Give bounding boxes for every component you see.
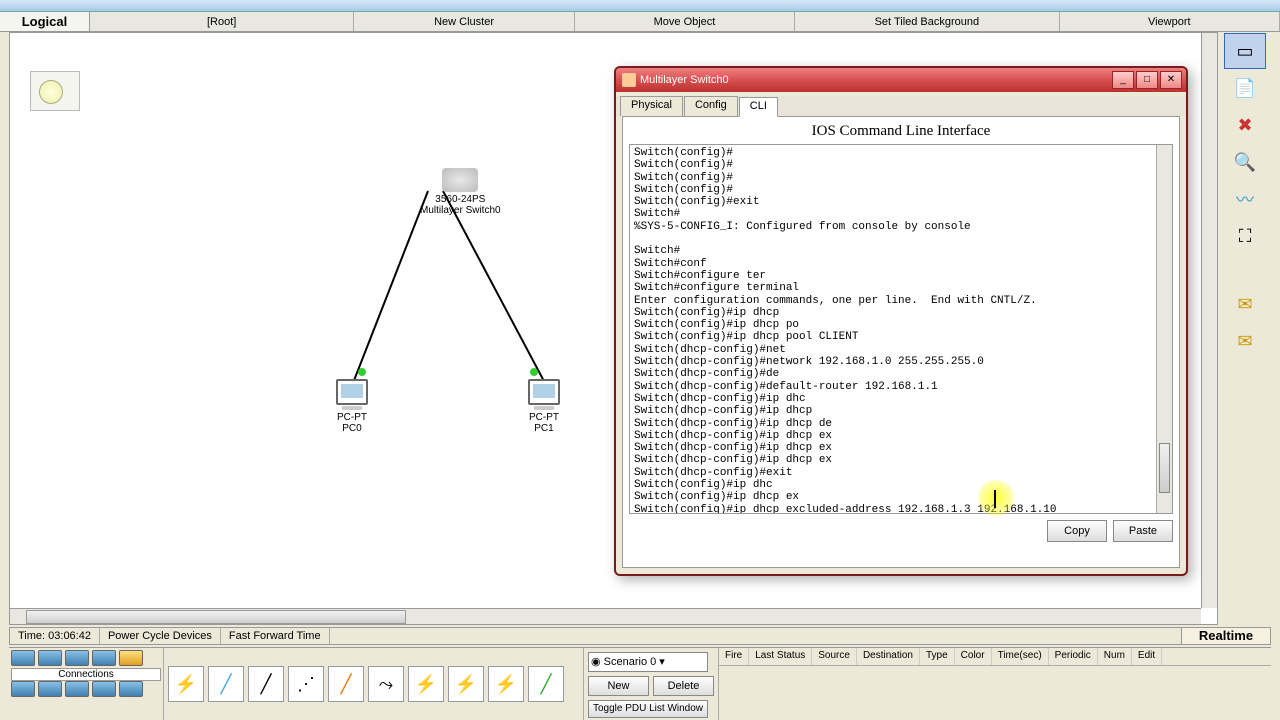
switch-icon [442,168,478,192]
conn-console[interactable]: ╱ [208,666,244,702]
category-label: Connections [11,668,161,681]
toggle-pdu-button[interactable]: Toggle PDU List Window [588,700,708,718]
new-scenario-button[interactable]: New [588,676,649,696]
device-name-label: PC1 [528,423,560,434]
pdu-col-header[interactable]: Type [920,648,955,665]
bottom-panel: Connections ⚡ ╱ ╱ ⋰ ╱ ⤳ ⚡ ⚡ ⚡ ╱ ◉ Scenar… [9,647,1271,720]
conn-serial-dce[interactable]: ⚡ [448,666,484,702]
right-toolbar: ▭ 📄 ✖ 🔍 〰 ⛶ ✉ ✉ [1219,32,1271,625]
cli-vscroll[interactable] [1156,145,1172,513]
device-dialog: Multilayer Switch0 _ □ ✕ Physical Config… [614,66,1188,576]
navigate-back-icon [39,80,63,104]
category-multiuser[interactable] [92,681,116,697]
cli-heading: IOS Command Line Interface [629,123,1173,140]
pc-icon [528,379,560,405]
btn-move-object[interactable]: Move Object [575,12,795,31]
device-type-label: PC-PT [528,412,560,423]
device-name-label: PC0 [336,423,368,434]
tool-inspect[interactable]: 🔍 [1224,144,1266,180]
pdu-col-header[interactable]: Source [812,648,857,665]
category-connections[interactable] [119,650,143,666]
device-type-label: PC-PT [336,412,368,423]
tab-config[interactable]: Config [684,96,738,116]
tab-cli[interactable]: CLI [739,97,778,117]
nav-cluster[interactable] [30,71,80,111]
pdu-col-header[interactable]: Last Status [749,648,812,665]
link-status-dot [530,368,538,376]
tab-physical[interactable]: Physical [620,96,683,116]
scenario-select[interactable]: ◉ Scenario 0 ▾ [588,652,708,672]
pdu-col-header[interactable]: Periodic [1049,648,1098,665]
pdu-col-header[interactable]: Destination [857,648,920,665]
conn-fiber[interactable]: ╱ [328,666,364,702]
tool-place-note[interactable]: 📄 [1224,70,1266,106]
scenario-panel: ◉ Scenario 0 ▾ New Delete Toggle PDU Lis… [584,648,719,720]
btn-fast-forward[interactable]: Fast Forward Time [221,628,330,644]
app-toolbar [0,0,1280,12]
conn-crossover[interactable]: ⋰ [288,666,324,702]
device-multilayer-switch[interactable]: 3560-24PS Multilayer Switch0 [420,168,501,216]
pdu-list-table: FireLast StatusSourceDestinationTypeColo… [719,648,1271,720]
device-pc1[interactable]: PC-PT PC1 [528,379,560,434]
conn-coax[interactable]: ⚡ [408,666,444,702]
maximize-button[interactable]: □ [1136,71,1158,89]
category-custom[interactable] [65,681,89,697]
category-wan[interactable] [38,681,62,697]
dialog-title: Multilayer Switch0 [640,74,729,86]
status-bar: Time: 03:06:42 Power Cycle Devices Fast … [9,627,1218,645]
workspace-tabs: Logical [Root] New Cluster Move Object S… [0,12,1280,32]
tab-logical[interactable]: Logical [0,12,90,31]
text-cursor-icon [994,490,996,508]
pdu-col-header[interactable]: Fire [719,648,749,665]
btn-viewport[interactable]: Viewport [1060,12,1280,31]
pdu-col-header[interactable]: Color [955,648,992,665]
btn-power-cycle[interactable]: Power Cycle Devices [100,628,221,644]
pc-icon [336,379,368,405]
device-pc0[interactable]: PC-PT PC0 [336,379,368,434]
tool-simple-pdu[interactable]: ✉ [1224,286,1266,322]
link-status-dot [358,368,366,376]
tool-resize[interactable]: ⛶ [1224,218,1266,254]
minimize-button[interactable]: _ [1112,71,1134,89]
delete-scenario-button[interactable]: Delete [653,676,714,696]
category-misc[interactable] [119,681,143,697]
paste-button[interactable]: Paste [1113,520,1173,542]
tool-complex-pdu[interactable]: ✉ [1224,323,1266,359]
tool-draw[interactable]: 〰 [1224,181,1266,217]
status-time: Time: 03:06:42 [10,628,100,644]
close-button[interactable]: ✕ [1160,71,1182,89]
conn-phone[interactable]: ⤳ [368,666,404,702]
conn-octal[interactable]: ╱ [528,666,564,702]
workspace-hscroll[interactable] [10,608,1201,624]
pdu-col-header[interactable]: Num [1098,648,1132,665]
conn-auto[interactable]: ⚡ [168,666,204,702]
btn-set-tiled-bg[interactable]: Set Tiled Background [795,12,1059,31]
pdu-col-header[interactable]: Time(sec) [992,648,1049,665]
tool-delete[interactable]: ✖ [1224,107,1266,143]
tool-select[interactable]: ▭ [1224,33,1266,69]
category-end-devices[interactable] [11,681,35,697]
device-model-label: 3560-24PS [420,194,501,205]
category-switches[interactable] [38,650,62,666]
dialog-tabs: Physical Config CLI [616,96,1186,116]
tab-realtime[interactable]: Realtime [1181,627,1271,645]
workspace-vscroll[interactable] [1201,33,1217,608]
conn-serial-dte[interactable]: ⚡ [488,666,524,702]
dialog-icon [622,73,636,87]
category-hubs[interactable] [65,650,89,666]
cli-terminal[interactable]: Switch(config)# Switch(config)# Switch(c… [629,144,1173,514]
pdu-col-header[interactable]: Edit [1132,648,1162,665]
connection-tools: ⚡ ╱ ╱ ⋰ ╱ ⤳ ⚡ ⚡ ⚡ ╱ [164,648,584,720]
copy-button[interactable]: Copy [1047,520,1107,542]
category-wireless[interactable] [92,650,116,666]
device-category-picker: Connections [9,648,164,720]
btn-new-cluster[interactable]: New Cluster [354,12,574,31]
dialog-titlebar[interactable]: Multilayer Switch0 _ □ ✕ [616,68,1186,92]
tab-root[interactable]: [Root] [90,12,354,31]
conn-straight[interactable]: ╱ [248,666,284,702]
device-name-label: Multilayer Switch0 [420,205,501,216]
category-routers[interactable] [11,650,35,666]
